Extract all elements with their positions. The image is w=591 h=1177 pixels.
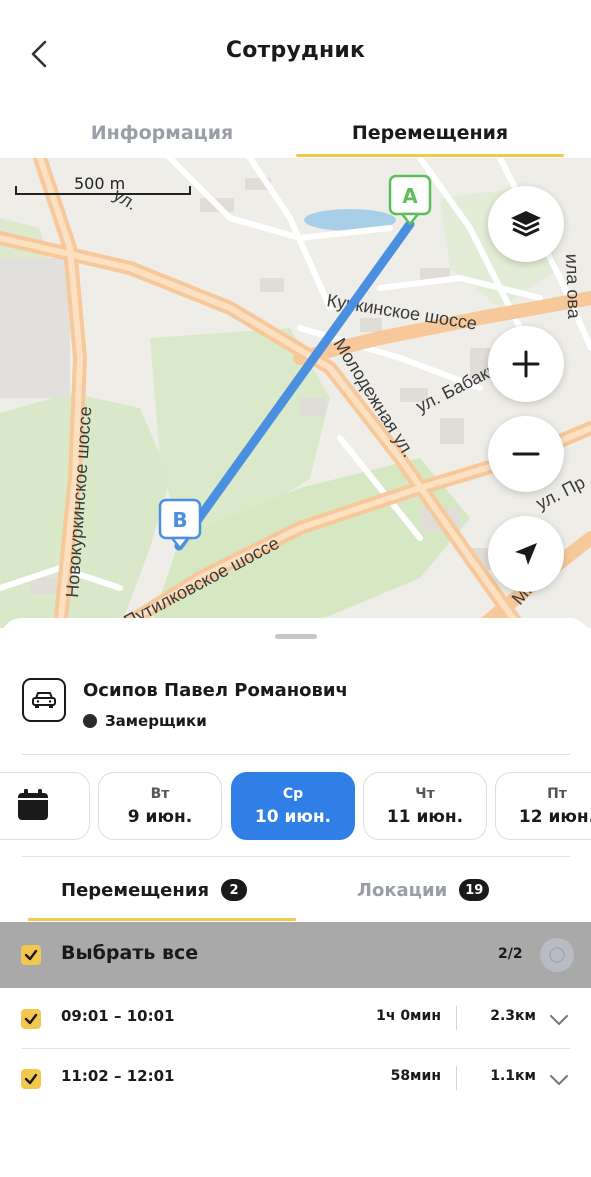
info-icon [549,947,565,963]
date-selector: Вт 9 июн. Ср 10 июн. Чт 11 июн. Пт 12 ию… [0,770,591,842]
tab-locations[interactable]: Локации 19 [357,870,490,910]
bottom-sheet: Осипов Павел Романович Замерщики Вт 9 ию… [0,618,591,1177]
layers-button[interactable] [488,186,564,262]
locate-icon [515,543,537,565]
chevron-down-icon[interactable] [548,1068,570,1090]
employee-group: Замерщики [83,712,207,730]
day-chip[interactable]: Вт 9 июн. [98,772,222,840]
divider [22,856,570,857]
divider [22,754,570,755]
locate-button[interactable] [488,516,564,592]
sheet-drag-handle[interactable] [275,634,317,639]
map[interactable]: Новокуркинское шоссе Куркинское шоссе Мо… [0,158,591,628]
trip-checkbox[interactable] [21,1069,41,1089]
sub-tab-active-indicator [28,918,296,921]
street-label: ила ова [562,253,584,320]
sub-tabs: Перемещения 2 Локации 19 [0,862,591,922]
page-title: Сотрудник [225,38,366,63]
selected-count: 2/2 [498,946,523,962]
employee-name: Осипов Павел Романович [83,680,348,701]
day-date: 12 июн. [518,806,591,827]
layers-icon [511,211,541,237]
trip-row[interactable]: 11:02 – 12:01 58мин 1.1км [0,1048,591,1108]
marker-a-label: A [402,184,418,208]
day-chip-active[interactable]: Ср 10 июн. [231,772,355,840]
top-tabs: Информация Перемещения [0,100,591,158]
select-all-row[interactable]: Выбрать все 2/2 [0,922,591,988]
header: Сотрудник [0,0,591,100]
trip-distance: 2.3км [490,1008,536,1024]
scale-bar: 500 m [14,168,192,198]
day-chip[interactable]: Пт 12 июн. [495,772,591,840]
zoom-out-icon [512,452,540,456]
day-date: 9 июн. [127,806,193,827]
vehicle-badge [22,678,66,722]
trip-checkbox[interactable] [21,1009,41,1029]
tab-information[interactable]: Информация [30,110,294,156]
day-weekday: Ср [282,785,304,802]
locations-count-badge: 19 [459,879,490,901]
employee-group-label: Замерщики [105,712,207,730]
day-date: 10 июн. [254,806,332,827]
check-icon [24,1073,38,1085]
trip-row[interactable]: 09:01 – 10:01 1ч 0мин 2.3км [0,988,591,1048]
employee-info: Осипов Павел Романович Замерщики [22,676,570,754]
day-chip[interactable]: Чт 11 июн. [363,772,487,840]
trips-count-badge: 2 [221,879,247,901]
tab-trips-label: Перемещения [61,879,209,901]
tab-active-indicator [296,154,564,157]
tab-trips[interactable]: Перемещения 2 [61,870,247,910]
zoom-in-icon [512,350,540,378]
day-weekday: Пт [547,785,567,802]
trip-time: 11:02 – 12:01 [61,1067,175,1085]
check-icon [24,949,38,961]
separator [456,1006,457,1030]
marker-b-label: B [172,508,187,532]
scale-label: 500 m [74,174,126,193]
tab-movements[interactable]: Перемещения [296,110,564,156]
car-icon [32,692,56,708]
day-weekday: Вт [150,785,170,802]
select-all-checkbox[interactable] [21,945,41,965]
day-weekday: Чт [415,785,435,802]
group-color-dot [83,714,97,728]
zoom-in-button[interactable] [488,326,564,402]
check-icon [24,1013,38,1025]
trip-distance: 1.1км [490,1068,536,1084]
trip-duration: 58мин [390,1068,441,1084]
day-date: 11 июн. [386,806,464,827]
info-button[interactable] [540,938,574,972]
tab-locations-label: Локации [357,879,448,901]
zoom-out-button[interactable] [488,416,564,492]
trip-duration: 1ч 0мин [376,1008,441,1024]
chevron-down-icon[interactable] [548,1008,570,1030]
separator [456,1066,457,1090]
calendar-icon [18,789,48,820]
select-all-label: Выбрать все [61,942,199,964]
trip-time: 09:01 – 10:01 [61,1007,175,1025]
calendar-button[interactable] [16,788,50,822]
